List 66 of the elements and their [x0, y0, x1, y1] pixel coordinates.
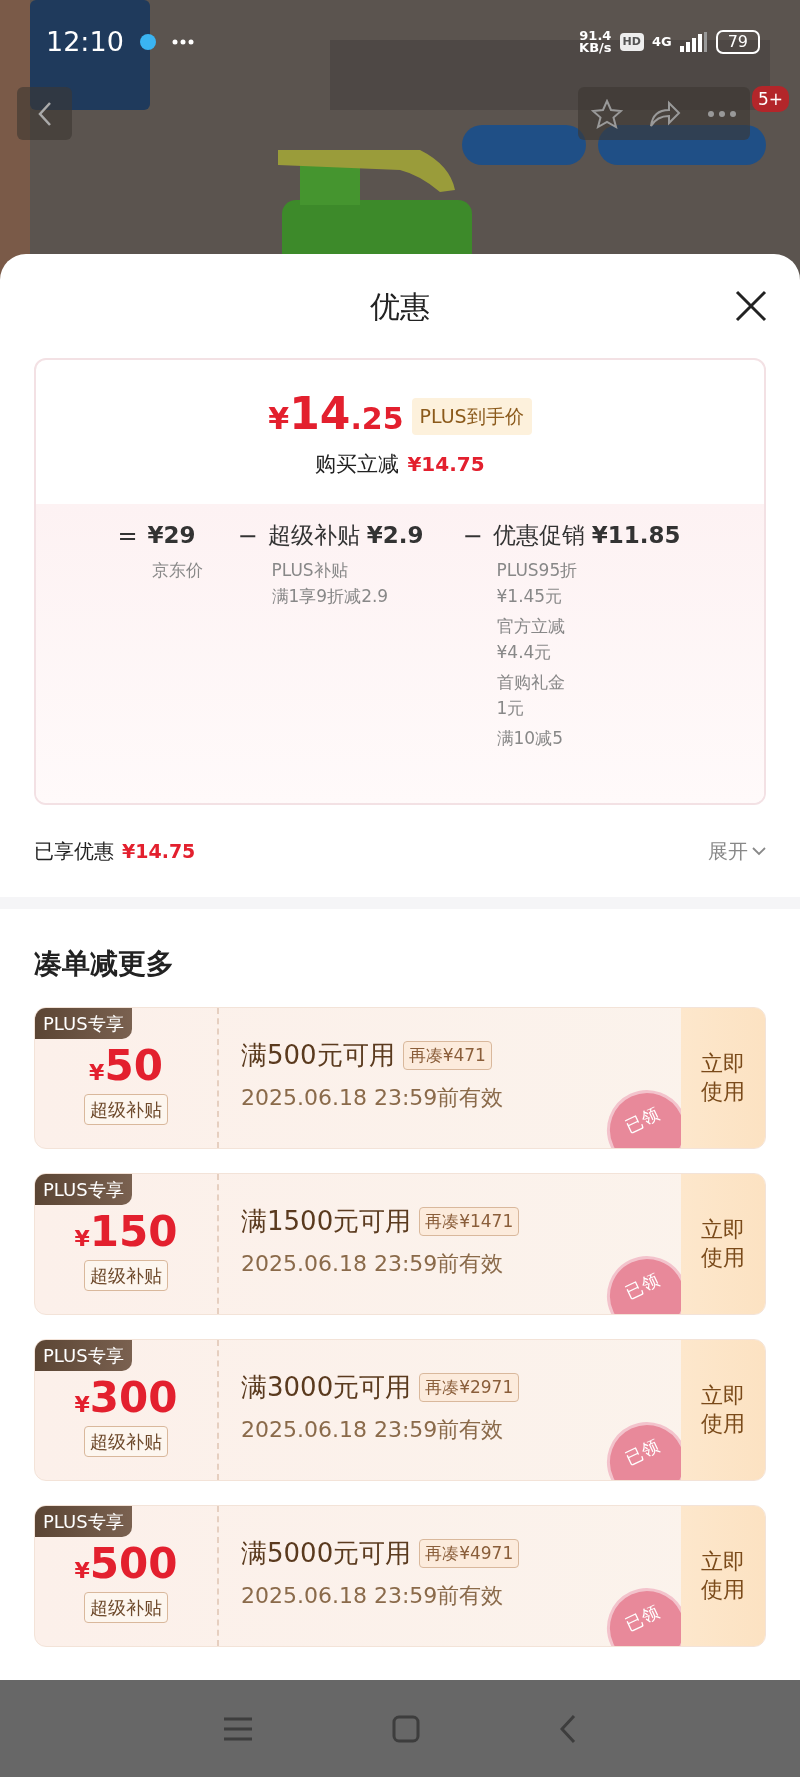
- final-price: ¥14.25: [268, 392, 404, 441]
- breakdown-note: 首购礼金 1元: [496, 670, 566, 720]
- breakdown-note: PLUS补贴 满1享9折减2.9: [271, 558, 390, 608]
- breakdown-amount: ¥29: [147, 521, 197, 550]
- use-now-button[interactable]: 立即使用: [681, 1340, 765, 1480]
- back-icon: [37, 100, 52, 127]
- discount-label: 已享优惠: [34, 839, 114, 863]
- more-icon[interactable]: [707, 109, 737, 118]
- breakdown-note: 官方立减 ¥4.4元: [496, 614, 566, 664]
- coupon-amount: ¥150: [74, 1208, 178, 1257]
- sheet-title: 优惠: [370, 287, 430, 326]
- breakdown-amount: 超级补贴 ¥2.9: [267, 521, 425, 550]
- coupon-tag: 超级补贴: [84, 1260, 168, 1292]
- coupon-tag: 超级补贴: [84, 1426, 168, 1458]
- member-badge: PLUS专享: [35, 1506, 132, 1537]
- coupon-amount: ¥500: [74, 1540, 178, 1589]
- section-title: 凑单减更多: [33, 946, 175, 982]
- price-tag: PLUS到手价: [411, 398, 532, 435]
- reduction-amount: ¥14.75: [407, 452, 485, 476]
- expand-link[interactable]: 展开: [708, 836, 766, 866]
- remaining-tag: 再凑¥2971: [419, 1372, 520, 1403]
- reduction-label: 购买立减: [315, 452, 400, 476]
- discount-amount: ¥14.75: [122, 840, 196, 862]
- member-badge: PLUS专享: [35, 1340, 132, 1371]
- signal-icon: [679, 32, 708, 52]
- coupon-condition: 满500元可用: [241, 1039, 395, 1072]
- back-icon[interactable]: [560, 1713, 576, 1744]
- coupon-condition: 满5000元可用: [241, 1537, 412, 1570]
- chevron-icon: [752, 846, 766, 856]
- use-now-button[interactable]: 立即使用: [681, 1174, 765, 1314]
- share-icon[interactable]: [649, 99, 681, 128]
- remaining-tag: 再凑¥471: [402, 1040, 492, 1071]
- notification-badge: 5+: [752, 86, 790, 112]
- operator-sign: =: [116, 521, 139, 552]
- remaining-tag: 再凑¥1471: [419, 1206, 520, 1237]
- menu-icon[interactable]: [224, 1715, 252, 1742]
- coupon-validity: 2025.06.18 23:59前有效: [241, 1416, 505, 1444]
- member-badge: PLUS专享: [35, 1174, 132, 1205]
- coupon-amount: ¥300: [74, 1374, 178, 1423]
- breakdown-note: 京东价: [151, 558, 204, 582]
- remaining-tag: 再凑¥4971: [419, 1538, 520, 1569]
- close-icon[interactable]: [735, 290, 767, 322]
- home-icon[interactable]: [392, 1714, 420, 1743]
- coupon-tag: 超级补贴: [84, 1094, 168, 1126]
- network-speed: 91.4 KB/s: [579, 30, 612, 54]
- clock: 12:10: [46, 24, 124, 59]
- star-icon[interactable]: [591, 98, 623, 129]
- coupon-condition: 满3000元可用: [241, 1371, 412, 1404]
- battery-indicator: 79: [715, 30, 760, 54]
- breakdown-note: 满10减5: [496, 726, 564, 750]
- coupon-amount: ¥50: [89, 1042, 163, 1091]
- operator-sign: −: [461, 521, 484, 552]
- coupon-condition: 满1500元可用: [241, 1205, 412, 1238]
- coupon-tag: 超级补贴: [84, 1592, 168, 1624]
- coupon-validity: 2025.06.18 23:59前有效: [241, 1250, 505, 1278]
- back-button[interactable]: [17, 87, 72, 140]
- coupon-validity: 2025.06.18 23:59前有效: [241, 1582, 505, 1610]
- coupon-validity: 2025.06.18 23:59前有效: [241, 1084, 505, 1112]
- operator-sign: −: [236, 521, 259, 552]
- network-type: 4G: [651, 33, 672, 52]
- use-now-button[interactable]: 立即使用: [681, 1506, 765, 1646]
- more-icon: [171, 39, 194, 45]
- breakdown-note: PLUS95折 ¥1.45元: [496, 558, 579, 608]
- breakdown-amount: 优惠促销 ¥11.85: [492, 521, 682, 550]
- use-now-button[interactable]: 立即使用: [681, 1008, 765, 1148]
- member-badge: PLUS专享: [35, 1008, 132, 1039]
